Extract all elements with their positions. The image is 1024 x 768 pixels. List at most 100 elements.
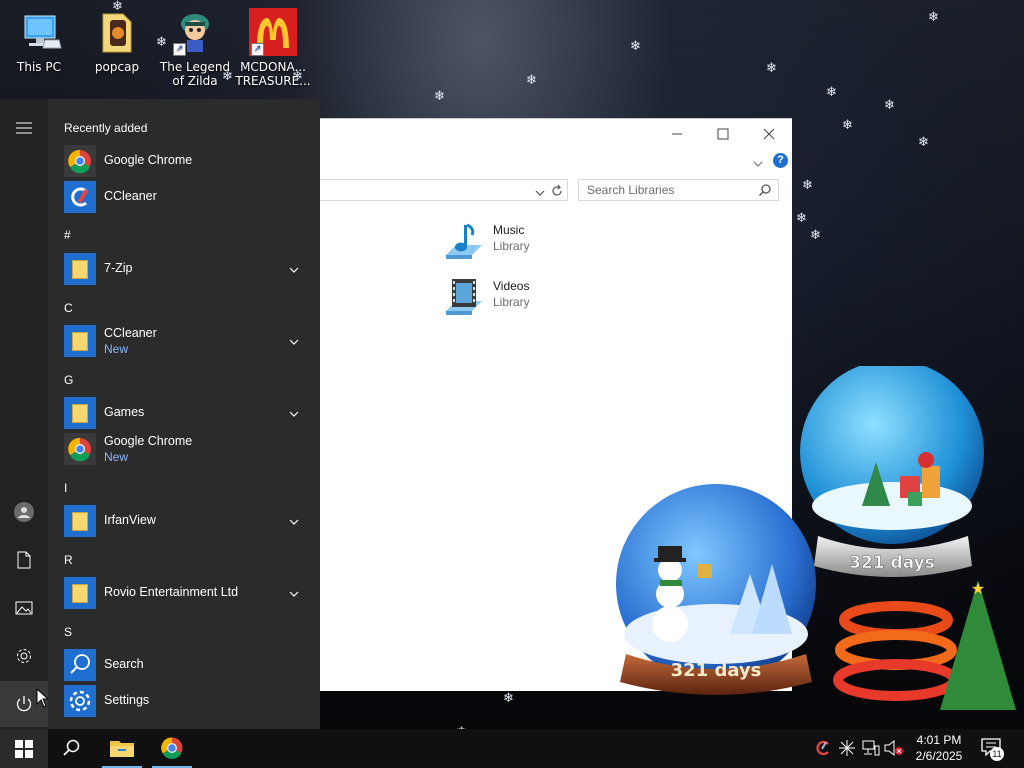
section-letter[interactable]: S bbox=[64, 625, 72, 639]
address-history-chevron-icon[interactable] bbox=[534, 184, 546, 196]
library-name: Music bbox=[493, 223, 525, 237]
app-label: Rovio Entertainment Ltd bbox=[104, 585, 239, 599]
search-icon bbox=[64, 649, 96, 681]
search-icon bbox=[63, 739, 80, 756]
folder-icon bbox=[64, 577, 96, 609]
desktop-icon-label: The Legend of Zilda bbox=[159, 60, 231, 88]
ccleaner-icon bbox=[64, 181, 96, 213]
folder-icon bbox=[64, 253, 96, 285]
search-icon[interactable] bbox=[758, 183, 772, 197]
ccleaner-tray-icon[interactable] bbox=[814, 739, 832, 757]
game-character-icon: ↗ bbox=[171, 8, 219, 56]
snowflake: ❄ bbox=[766, 61, 777, 76]
app-google-chrome[interactable]: Google Chrome New bbox=[64, 433, 304, 465]
snowflake: ❄ bbox=[630, 39, 641, 54]
start-button[interactable] bbox=[0, 729, 48, 768]
new-badge: New bbox=[104, 450, 129, 464]
library-item-music[interactable]: Music Library bbox=[442, 219, 642, 263]
snowflake: ❄ bbox=[842, 118, 853, 133]
help-icon[interactable]: ? bbox=[773, 153, 788, 168]
shortcut-arrow-icon: ↗ bbox=[251, 43, 264, 56]
address-bar[interactable] bbox=[320, 179, 568, 201]
app-label: CCleaner bbox=[104, 189, 157, 203]
desktop-icon-label: This PC bbox=[17, 60, 61, 74]
new-badge: New bbox=[104, 342, 129, 356]
file-explorer-icon bbox=[110, 741, 134, 757]
start-menu-rail bbox=[0, 99, 48, 729]
chevron-down-icon[interactable] bbox=[288, 405, 300, 417]
app-label: 7-Zip bbox=[104, 261, 133, 275]
action-center-button[interactable]: 11 bbox=[980, 738, 1008, 761]
recently-added-heading: Recently added bbox=[64, 121, 148, 135]
chrome-icon bbox=[161, 737, 183, 760]
settings-icon[interactable] bbox=[0, 633, 48, 679]
snowflake: ❄ bbox=[928, 10, 939, 25]
library-type: Library bbox=[493, 239, 530, 253]
refresh-icon[interactable] bbox=[550, 183, 564, 197]
taskbar-google-chrome[interactable] bbox=[148, 729, 196, 768]
taskbar: 4:01 PM 2/6/2025 11 bbox=[0, 729, 1024, 768]
section-letter[interactable]: G bbox=[64, 373, 73, 387]
chrome-icon bbox=[64, 145, 96, 177]
app-label: Google Chrome bbox=[104, 153, 193, 167]
mcdonalds-icon: ↗ bbox=[249, 8, 297, 56]
app-irfanview[interactable]: IrfanView bbox=[64, 505, 304, 537]
section-letter[interactable]: C bbox=[64, 301, 73, 315]
network-icon[interactable] bbox=[862, 740, 880, 756]
snowflake: ❄ bbox=[918, 135, 929, 150]
volume-muted-icon[interactable] bbox=[884, 739, 904, 757]
desktop-icon-this-pc[interactable]: This PC bbox=[1, 8, 77, 74]
folder-icon bbox=[93, 8, 141, 56]
app-7zip[interactable]: 7-Zip bbox=[64, 253, 304, 285]
desktop-icon-mcdonald-treasure[interactable]: ↗ MCDONA... TREASURE... bbox=[235, 8, 311, 88]
app-ccleaner-recent[interactable]: CCleaner bbox=[64, 181, 304, 213]
snowflake: ❄ bbox=[526, 73, 537, 88]
close-button[interactable] bbox=[754, 123, 784, 145]
snowflake: ❄ bbox=[802, 178, 813, 193]
taskbar-clock[interactable]: 4:01 PM 2/6/2025 bbox=[906, 732, 972, 764]
notification-count-badge: 11 bbox=[990, 747, 1004, 761]
desktop-icon-popcap[interactable]: popcap bbox=[79, 8, 155, 74]
taskbar-search-button[interactable] bbox=[48, 729, 96, 768]
pictures-icon[interactable] bbox=[0, 585, 48, 631]
section-letter[interactable]: R bbox=[64, 553, 73, 567]
library-item-videos[interactable]: Videos Library bbox=[442, 275, 642, 319]
app-search[interactable]: Search bbox=[64, 649, 304, 681]
chrome-icon bbox=[64, 433, 96, 465]
app-settings[interactable]: Settings bbox=[64, 685, 304, 717]
snowflake: ❄ bbox=[810, 228, 821, 243]
snow-globe-gifts: 321 days bbox=[796, 360, 992, 588]
chevron-down-icon[interactable] bbox=[288, 333, 300, 345]
documents-icon[interactable] bbox=[0, 537, 48, 583]
snowflake-tray-icon[interactable] bbox=[838, 739, 856, 757]
maximize-button[interactable] bbox=[708, 123, 738, 145]
videos-library-icon bbox=[442, 275, 486, 319]
section-letter[interactable]: # bbox=[64, 228, 71, 242]
windows-logo-icon bbox=[15, 740, 33, 758]
library-type: Library bbox=[493, 295, 530, 309]
app-games[interactable]: Games bbox=[64, 397, 304, 429]
desktop-icon-legend-of-zilda[interactable]: ↗ The Legend of Zilda bbox=[157, 8, 233, 88]
start-menu: Recently added Google Chrome CCleaner # … bbox=[0, 99, 320, 729]
snowflake: ❄ bbox=[796, 211, 807, 226]
app-ccleaner-folder[interactable]: CCleaner New bbox=[64, 325, 304, 357]
taskbar-file-explorer[interactable] bbox=[98, 729, 146, 768]
minimize-button[interactable] bbox=[662, 123, 692, 145]
user-icon[interactable] bbox=[0, 489, 48, 535]
shortcut-arrow-icon: ↗ bbox=[173, 43, 186, 56]
chevron-down-icon[interactable] bbox=[288, 585, 300, 597]
app-label: Settings bbox=[104, 693, 150, 707]
section-letter[interactable]: I bbox=[64, 481, 67, 495]
app-rovio-entertainment[interactable]: Rovio Entertainment Ltd bbox=[64, 577, 304, 609]
expand-ribbon-chevron-icon[interactable] bbox=[752, 155, 764, 167]
search-libraries-input[interactable]: Search Libraries bbox=[578, 179, 779, 201]
app-google-chrome-recent[interactable]: Google Chrome bbox=[64, 145, 304, 177]
chevron-down-icon[interactable] bbox=[288, 513, 300, 525]
chevron-down-icon[interactable] bbox=[288, 261, 300, 273]
mouse-cursor-icon bbox=[36, 687, 50, 708]
hamburger-icon[interactable] bbox=[0, 105, 48, 151]
search-placeholder: Search Libraries bbox=[587, 183, 675, 197]
clock-date: 2/6/2025 bbox=[915, 749, 963, 763]
christmas-decoration: ★ bbox=[830, 579, 1016, 720]
music-library-icon bbox=[442, 219, 486, 263]
